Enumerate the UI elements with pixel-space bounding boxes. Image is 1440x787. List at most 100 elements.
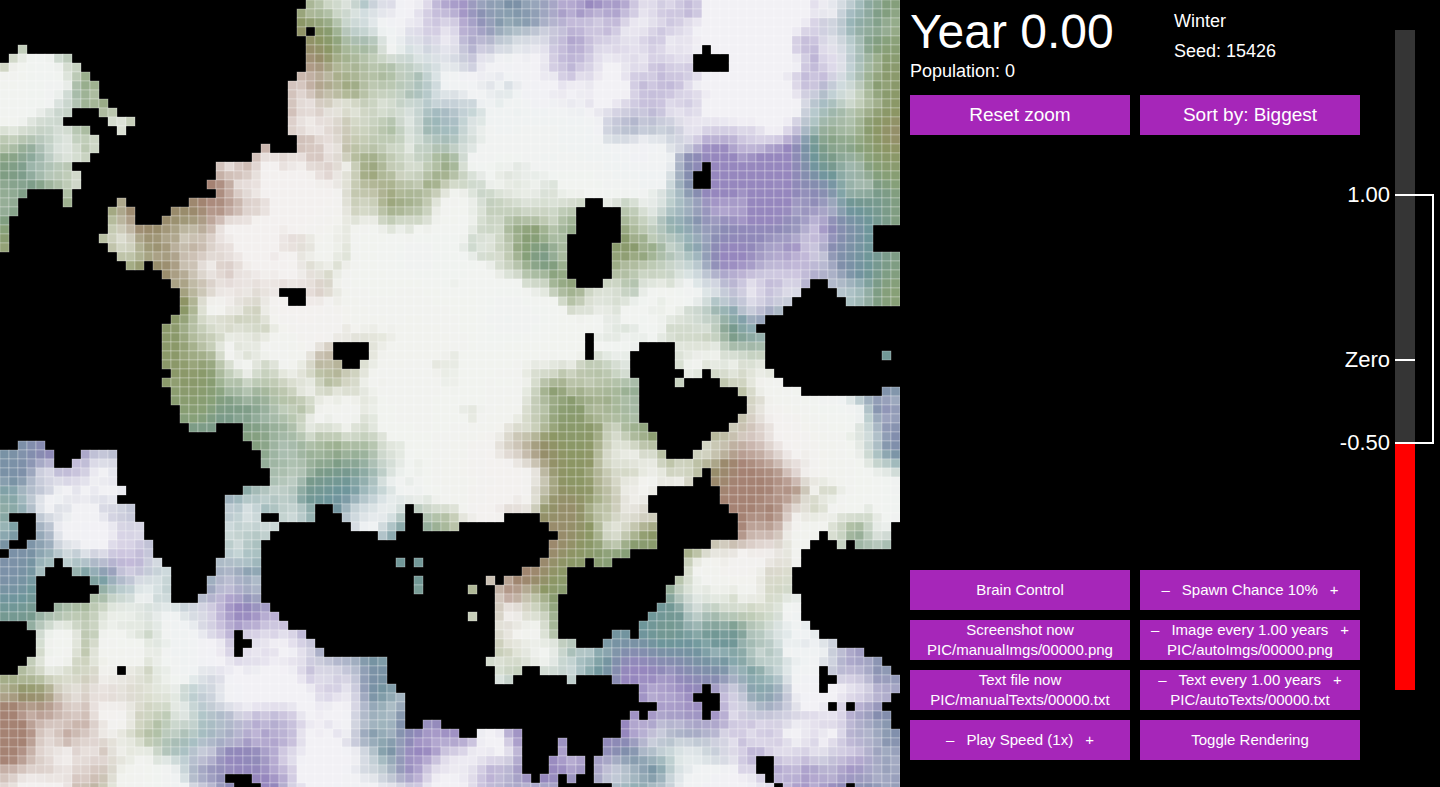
terrain-tile [783, 81, 792, 90]
terrain-tile [819, 99, 828, 108]
terrain-tile [702, 0, 711, 9]
terrain-tile [594, 9, 603, 18]
terrain-tile [819, 207, 828, 216]
terrain-tile [873, 144, 882, 153]
terrain-tile [360, 90, 369, 99]
terrain-tile [612, 117, 621, 126]
terrain-tile [315, 180, 324, 189]
terrain-tile [459, 216, 468, 225]
terrain-tile [819, 0, 828, 9]
map-view[interactable] [0, 0, 900, 787]
terrain-tile [549, 126, 558, 135]
terrain-tile [333, 225, 342, 234]
terrain-tile [306, 171, 315, 180]
terrain-tile [657, 180, 666, 189]
terrain-tile [360, 63, 369, 72]
terrain-tile [441, 90, 450, 99]
terrain-tile [459, 36, 468, 45]
terrain-tile [324, 207, 333, 216]
terrain-tile [504, 117, 513, 126]
terrain-tile [468, 90, 477, 99]
terrain-tile [648, 171, 657, 180]
terrain-tile [378, 198, 387, 207]
terrain-tile [378, 180, 387, 189]
terrain-tile [846, 153, 855, 162]
terrain-tile [756, 225, 765, 234]
terrain-tile [729, 225, 738, 234]
terrain-tile [27, 162, 36, 171]
terrain-tile [846, 162, 855, 171]
terrain-tile [819, 72, 828, 81]
terrain-tile [342, 99, 351, 108]
terrain-tile [9, 180, 18, 189]
terrain-tile [495, 171, 504, 180]
terrain-tile [378, 0, 387, 9]
terrain-tile [855, 144, 864, 153]
terrain-tile [360, 72, 369, 81]
terrain-tile [693, 144, 702, 153]
terrain-tile [756, 144, 765, 153]
terrain-tile [810, 153, 819, 162]
terrain-tile [801, 144, 810, 153]
terrain-tile [756, 0, 765, 9]
terrain-tile [441, 0, 450, 9]
terrain-tile [792, 54, 801, 63]
terrain-tile [855, 9, 864, 18]
terrain-tile [45, 117, 54, 126]
terrain-tile [315, 189, 324, 198]
terrain-tile [891, 72, 900, 81]
terrain-tile [711, 72, 720, 81]
terrain-tile [441, 189, 450, 198]
terrain-tile [747, 207, 756, 216]
terrain-tile [657, 9, 666, 18]
terrain-tile [477, 117, 486, 126]
terrain-tile [333, 180, 342, 189]
terrain-tile [891, 207, 900, 216]
terrain-tile [360, 18, 369, 27]
terrain-tile [270, 225, 279, 234]
terrain-tile [531, 27, 540, 36]
terrain-tile [531, 153, 540, 162]
terrain-tile [396, 81, 405, 90]
terrain-tile [558, 162, 567, 171]
terrain-tile [18, 90, 27, 99]
terrain-tile [360, 27, 369, 36]
terrain-tile [666, 180, 675, 189]
terrain-tile [801, 18, 810, 27]
terrain-tile [828, 180, 837, 189]
terrain-tile [306, 81, 315, 90]
terrain-tile [522, 36, 531, 45]
terrain-tile [576, 144, 585, 153]
terrain-tile [774, 126, 783, 135]
terrain-tile [774, 135, 783, 144]
terrain-tile [486, 144, 495, 153]
terrain-tile [792, 225, 801, 234]
terrain-tile [27, 99, 36, 108]
terrain-tile [684, 198, 693, 207]
terrain-tile [531, 72, 540, 81]
terrain-tile [531, 81, 540, 90]
terrain-tile [792, 27, 801, 36]
terrain-tile [585, 36, 594, 45]
terrain-tile [639, 99, 648, 108]
terrain-tile [324, 18, 333, 27]
terrain-tile [666, 162, 675, 171]
terrain-tile [360, 216, 369, 225]
terrain-tile [288, 81, 297, 90]
terrain-tile [423, 126, 432, 135]
terrain-tile [486, 0, 495, 9]
terrain-tile [36, 153, 45, 162]
terrain-tile [801, 9, 810, 18]
terrain-tile [684, 117, 693, 126]
terrain-tile [324, 225, 333, 234]
terrain-tile [540, 108, 549, 117]
terrain-tile [333, 0, 342, 9]
terrain-tile [819, 162, 828, 171]
terrain-tile [432, 225, 441, 234]
terrain-map[interactable] [0, 0, 900, 787]
terrain-tile [531, 99, 540, 108]
terrain-tile [765, 99, 774, 108]
terrain-tile [630, 45, 639, 54]
terrain-tile [234, 207, 243, 216]
terrain-tile [765, 9, 774, 18]
